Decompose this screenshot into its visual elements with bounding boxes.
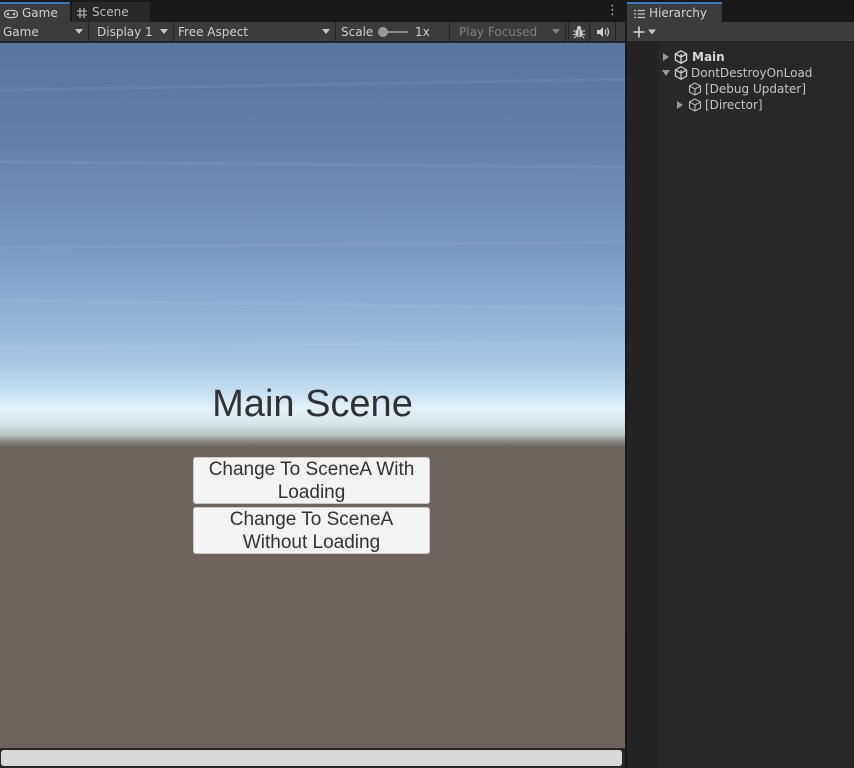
hierarchy-item-label: [Director] (705, 98, 763, 112)
audio-icon (596, 25, 610, 39)
sky-cloud-band (0, 160, 625, 169)
list-icon (634, 6, 645, 20)
chevron-down-icon (160, 29, 168, 34)
hierarchy-item-label: [Debug Updater] (705, 82, 807, 96)
tab-hierarchy-label: Hierarchy (649, 6, 708, 20)
hierarchy-item-main[interactable]: Main (627, 49, 854, 65)
collapse-arrow-icon[interactable] (662, 70, 670, 76)
expand-arrow-icon[interactable] (677, 101, 683, 109)
play-mode-value: Play Focused (459, 24, 538, 39)
toolbar-overflow[interactable] (617, 22, 625, 41)
hierarchy-tabbar: Hierarchy (627, 0, 854, 22)
play-mode-dropdown[interactable]: Play Focused (451, 22, 566, 41)
game-mode-value: Game (3, 24, 39, 39)
game-panel: Game Scene ⋮ Game Display 1 Free Aspect … (0, 0, 625, 768)
chevron-down-icon (322, 29, 330, 34)
hierarchy-toolbar (627, 22, 854, 42)
mute-audio-button[interactable] (592, 22, 616, 41)
hierarchy-tree: Main DontDestroyOnLoad [Debug Updater] [… (627, 42, 854, 768)
tab-scene[interactable]: Scene (72, 2, 150, 22)
plus-icon (633, 25, 645, 39)
tab-game-label: Game (22, 6, 58, 20)
button-label: Change To SceneA Without Loading (229, 508, 394, 553)
gamepad-icon (4, 6, 18, 20)
hierarchy-item-director[interactable]: [Director] (627, 97, 854, 113)
hierarchy-panel: Hierarchy Main DontDestroyOnLoad [Debug … (627, 0, 854, 768)
chevron-down-icon (648, 25, 656, 39)
display-dropdown[interactable]: Display 1 (89, 22, 174, 41)
change-scene-with-loading-button[interactable]: Change To SceneA With Loading (193, 457, 430, 504)
tab-game[interactable]: Game (0, 2, 70, 22)
hierarchy-gutter (627, 42, 659, 768)
aspect-dropdown[interactable]: Free Aspect (174, 22, 336, 41)
scale-slider-handle[interactable] (378, 27, 388, 37)
hierarchy-item-label: DontDestroyOnLoad (691, 66, 813, 80)
horizontal-scrollbar[interactable] (0, 748, 625, 768)
expand-arrow-icon[interactable] (663, 53, 669, 61)
scale-label: Scale (341, 24, 374, 39)
bug-icon (572, 24, 586, 39)
scene-title: Main Scene (212, 383, 413, 425)
game-mode-dropdown[interactable]: Game (0, 22, 89, 41)
scale-value: 1x (415, 25, 430, 39)
scrollbar-thumb[interactable] (1, 750, 622, 766)
more-options-icon[interactable]: ⋮ (606, 4, 619, 20)
button-label: Change To SceneA With Loading (208, 458, 415, 503)
game-viewport[interactable]: Main Scene Change To SceneA With Loading… (0, 43, 625, 748)
tab-hierarchy[interactable]: Hierarchy (627, 2, 722, 22)
hierarchy-item-debug-updater[interactable]: [Debug Updater] (627, 81, 854, 97)
grid-icon (76, 5, 88, 19)
sky-cloud-band (0, 298, 625, 311)
sky-cloud-band (0, 77, 625, 92)
hierarchy-item-label: Main (692, 50, 725, 64)
add-object-button[interactable] (633, 23, 659, 40)
game-tabbar: Game Scene ⋮ (0, 0, 625, 22)
display-value: Display 1 (97, 24, 153, 39)
aspect-value: Free Aspect (178, 24, 249, 39)
chevron-down-icon (75, 29, 83, 34)
tab-scene-label: Scene (92, 5, 129, 19)
hierarchy-item-dontdestroyonload[interactable]: DontDestroyOnLoad (627, 65, 854, 81)
sky-cloud-band (0, 339, 625, 350)
chevron-down-icon (552, 29, 560, 34)
change-scene-without-loading-button[interactable]: Change To SceneA Without Loading (193, 507, 430, 554)
cube-icon (688, 98, 702, 115)
bug-button[interactable] (568, 22, 590, 41)
game-toolbar: Game Display 1 Free Aspect Scale 1x Play… (0, 22, 625, 42)
sky-cloud-band (0, 240, 625, 249)
scale-control: Scale 1x (336, 22, 450, 41)
